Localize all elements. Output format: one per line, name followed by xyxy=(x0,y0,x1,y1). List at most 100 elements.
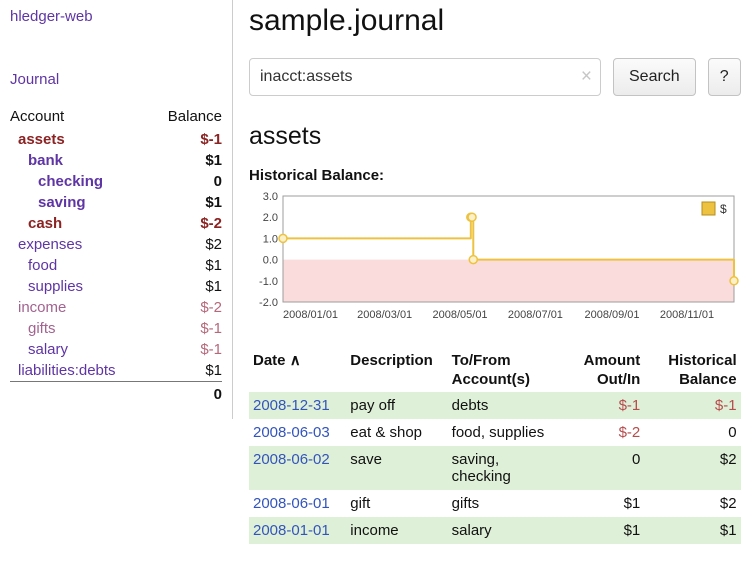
svg-text:2.0: 2.0 xyxy=(263,212,278,224)
transaction-date-cell: 2008-06-01 xyxy=(249,490,346,517)
transaction-balance: $2 xyxy=(644,490,740,517)
account-link[interactable]: gifts xyxy=(10,320,56,337)
sidebar-inner: hledger-web Journal Account Balance asse… xyxy=(0,0,233,419)
journal-link[interactable]: Journal xyxy=(10,71,59,88)
register-header-description: Description xyxy=(346,350,447,392)
account-link[interactable]: cash xyxy=(10,215,62,232)
transaction-accounts: food, supplies xyxy=(448,419,553,446)
accounts-header-row: Account Balance xyxy=(10,104,222,129)
svg-text:2008/03/01: 2008/03/01 xyxy=(357,309,412,321)
account-row: expenses $2 xyxy=(10,234,222,255)
page-title: sample.journal xyxy=(249,4,741,38)
account-balance: $-1 xyxy=(150,318,222,339)
account-row: saving$1 xyxy=(10,192,222,213)
account-balance: $-1 xyxy=(150,129,222,150)
account-link[interactable]: expenses xyxy=(10,236,82,253)
transaction-amount: $1 xyxy=(553,517,644,544)
svg-text:0.0: 0.0 xyxy=(263,255,278,267)
legend-label: $ xyxy=(720,202,727,216)
account-row: gifts $-1 xyxy=(10,318,222,339)
svg-text:2008/05/01: 2008/05/01 xyxy=(433,309,488,321)
account-link[interactable]: saving xyxy=(10,194,86,211)
transaction-amount: 0 xyxy=(553,446,644,490)
transaction-balance: $-1 xyxy=(644,392,740,419)
search-row: × Search ? xyxy=(249,58,741,96)
transaction-date-link[interactable]: 2008-06-03 xyxy=(253,424,330,441)
register-table: Date ∧ Description To/From Account(s) Am… xyxy=(249,350,741,544)
accounts-body: assets$-1bank$1checking0saving$1cash$-2e… xyxy=(10,129,222,382)
account-row: assets $-1 xyxy=(10,129,222,150)
account-row: supplies $1 xyxy=(10,276,222,297)
transaction-date-cell: 2008-06-02 xyxy=(249,446,346,490)
transaction-balance: $1 xyxy=(644,517,740,544)
account-balance: $1 xyxy=(150,150,222,171)
transaction-description: eat & shop xyxy=(346,419,447,446)
account-balance: $1 xyxy=(150,276,222,297)
account-balance: 0 xyxy=(150,171,222,192)
transaction-date-cell: 2008-01-01 xyxy=(249,517,346,544)
register-header-date[interactable]: Date ∧ xyxy=(249,350,346,392)
account-row: bank $1 xyxy=(10,150,222,171)
help-button[interactable]: ? xyxy=(708,58,741,96)
transaction-accounts: gifts xyxy=(448,490,553,517)
transaction-date-cell: 2008-12-31 xyxy=(249,392,346,419)
register-body: 2008-12-31pay offdebts$-1$-12008-06-03ea… xyxy=(249,392,741,544)
account-link[interactable]: assets xyxy=(10,131,65,148)
search-button[interactable]: Search xyxy=(613,58,696,96)
register-row: 2008-06-03 eat & shopfood, supplies$-20 xyxy=(249,419,741,446)
sidebar: hledger-web Journal Account Balance asse… xyxy=(0,0,233,544)
account-balance: $-2 xyxy=(150,213,222,234)
account-balance: $1 xyxy=(150,360,222,382)
transaction-date-link[interactable]: 2008-06-02 xyxy=(253,451,330,468)
account-link[interactable]: salary xyxy=(10,341,68,358)
transaction-description: income xyxy=(346,517,447,544)
transaction-amount: $1 xyxy=(553,490,644,517)
account-link[interactable]: bank xyxy=(10,152,63,169)
transaction-date-link[interactable]: 2008-06-01 xyxy=(253,495,330,512)
svg-text:2008/01/01: 2008/01/01 xyxy=(283,309,338,321)
svg-text:-2.0: -2.0 xyxy=(259,297,278,309)
transaction-date-link[interactable]: 2008-01-01 xyxy=(253,522,330,539)
transaction-description: pay off xyxy=(346,392,447,419)
account-row: salary $-1 xyxy=(10,339,222,360)
sort-ascending-icon: ∧ xyxy=(290,352,301,369)
transaction-date-link[interactable]: 2008-12-31 xyxy=(253,397,330,414)
transaction-amount: $-1 xyxy=(553,392,644,419)
transaction-accounts: salary xyxy=(448,517,553,544)
account-balance: $-1 xyxy=(150,339,222,360)
register-header-accounts: To/From Account(s) xyxy=(448,350,553,392)
chart-title: Historical Balance: xyxy=(249,167,741,184)
app-title-link[interactable]: hledger-web xyxy=(10,8,222,25)
register-header-balance: Historical Balance xyxy=(644,350,740,392)
account-balance: $-2 xyxy=(150,297,222,318)
account-link[interactable]: liabilities:debts xyxy=(10,362,116,379)
transaction-date-cell: 2008-06-03 xyxy=(249,419,346,446)
account-link[interactable]: supplies xyxy=(10,278,83,295)
transaction-description: gift xyxy=(346,490,447,517)
account-row: cash $-2 xyxy=(10,213,222,234)
clear-search-icon[interactable]: × xyxy=(581,67,592,86)
sidebar-nav: Journal xyxy=(10,71,222,104)
chart-svg: 3.02.01.00.0-1.0-2.02008/01/012008/03/01… xyxy=(249,190,736,340)
transaction-balance: $2 xyxy=(644,446,740,490)
svg-text:2008/07/01: 2008/07/01 xyxy=(508,309,563,321)
account-balance: $1 xyxy=(150,255,222,276)
transaction-balance: 0 xyxy=(644,419,740,446)
account-balance: $2 xyxy=(150,234,222,255)
account-link[interactable]: checking xyxy=(10,173,103,190)
account-link[interactable]: income xyxy=(10,299,66,316)
svg-text:3.0: 3.0 xyxy=(263,191,278,203)
account-row: checking 0 xyxy=(10,171,222,192)
register-row: 2008-06-01 giftgifts$1$2 xyxy=(249,490,741,517)
svg-text:2008/11/01: 2008/11/01 xyxy=(660,309,714,321)
account-column-header: Account xyxy=(10,104,150,129)
transaction-amount: $-2 xyxy=(553,419,644,446)
accounts-table: Account Balance assets $-1 bank $1 checking 0… xyxy=(10,104,222,405)
register-row: 2008-12-31pay offdebts$-1$-1 xyxy=(249,392,741,419)
svg-text:1.0: 1.0 xyxy=(263,233,278,245)
account-heading: assets xyxy=(249,122,741,151)
app-root: hledger-web Journal Account Balance asse… xyxy=(0,0,742,544)
account-link[interactable]: food xyxy=(10,257,57,274)
search-input[interactable] xyxy=(249,58,601,96)
legend-swatch xyxy=(702,202,715,215)
